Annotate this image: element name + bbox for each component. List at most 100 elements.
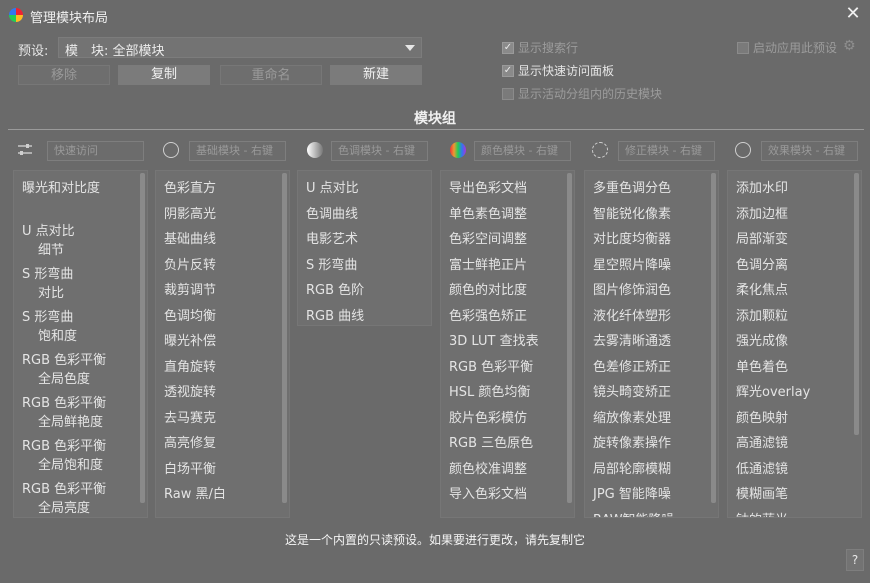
search-input[interactable]: 效果模块 - 右键 [761, 141, 858, 161]
list-item[interactable]: 色调曲线 [306, 203, 358, 222]
list-item[interactable]: S 形弯曲 对比 [22, 263, 73, 301]
list-item[interactable]: 镜头畸变矫正 [593, 381, 671, 400]
quick-access-sliders-icon[interactable] [17, 142, 33, 158]
list-item[interactable]: 液化纤体塑形 [593, 305, 671, 324]
list-item[interactable]: 多重色调分色 [593, 177, 671, 196]
list-item[interactable]: S 形弯曲 [306, 254, 357, 273]
list-item[interactable]: 导入色彩文档 [449, 483, 527, 502]
show-search-checkbox[interactable]: ✓ 显示搜索行 [502, 39, 578, 56]
scrollbar[interactable] [282, 173, 287, 503]
list-item[interactable]: 智能锐化像素 [593, 203, 671, 222]
list-item[interactable]: RGB 色彩平衡 [449, 356, 533, 375]
list-item[interactable]: 强光成像 [736, 330, 788, 349]
preset-dropdown[interactable]: 模 块: 全部模块 [58, 37, 422, 59]
list-item[interactable]: S 形弯曲 饱和度 [22, 306, 77, 344]
gear-icon[interactable]: ⚙ [843, 38, 856, 54]
list-item[interactable]: 去马赛克 [164, 407, 216, 426]
rename-button[interactable]: 重命名 [220, 65, 322, 85]
module-list: 色彩直方阴影高光基础曲线负片反转裁剪调节色调均衡曝光补偿直角旋转透视旋转去马赛克… [155, 170, 290, 518]
list-item[interactable]: 局部渐变 [736, 228, 788, 247]
list-item[interactable]: 色调分离 [736, 254, 788, 273]
close-icon[interactable]: ✕ [844, 4, 862, 24]
list-item[interactable]: 添加颗粒 [736, 305, 788, 324]
list-item[interactable]: 颜色校准调整 [449, 458, 527, 477]
list-item[interactable]: 局部轮廓模糊 [593, 458, 671, 477]
list-item[interactable]: 基础曲线 [164, 228, 216, 247]
remove-button[interactable]: 移除 [18, 65, 110, 85]
list-item[interactable]: U 点对比 细节 [22, 220, 75, 258]
effects-group-icon[interactable] [735, 142, 751, 158]
list-item[interactable]: 单色着色 [736, 356, 788, 375]
list-item[interactable]: 高通滤镜 [736, 432, 788, 451]
list-item[interactable]: 色彩空间调整 [449, 228, 527, 247]
list-item[interactable]: 单色素色调整 [449, 203, 527, 222]
list-item[interactable]: 缩放像素处理 [593, 407, 671, 426]
search-input[interactable]: 颜色模块 - 右键 [474, 141, 571, 161]
list-item[interactable]: 胶片色彩模仿 [449, 407, 527, 426]
search-input[interactable]: 基础模块 - 右键 [189, 141, 286, 161]
list-item[interactable]: 裁剪调节 [164, 279, 216, 298]
list-item[interactable]: 富士鲜艳正片 [449, 254, 527, 273]
list-item[interactable]: 去雾清晰通透 [593, 330, 671, 349]
basic-group-icon[interactable] [163, 142, 179, 158]
list-item[interactable]: 添加水印 [736, 177, 788, 196]
list-item[interactable]: RGB 色彩平衡 全局色度 [22, 349, 106, 387]
list-item[interactable]: 直角旋转 [164, 356, 216, 375]
list-item[interactable]: RGB 曲线 [306, 305, 364, 324]
search-input[interactable]: 色调模块 - 右键 [331, 141, 428, 161]
new-button[interactable]: 新建 [330, 65, 422, 85]
list-item[interactable]: 色彩直方 [164, 177, 216, 196]
copy-button[interactable]: 复制 [118, 65, 210, 85]
list-item[interactable]: 图片修饰润色 [593, 279, 671, 298]
list-item[interactable]: 旋转像素操作 [593, 432, 671, 451]
list-item[interactable]: 钴的蓝光 [736, 509, 788, 518]
list-item[interactable]: RGB 色彩平衡 全局饱和度 [22, 435, 106, 473]
list-item[interactable]: 透视旋转 [164, 381, 216, 400]
list-item[interactable]: 高亮修复 [164, 432, 216, 451]
list-item[interactable]: 添加边框 [736, 203, 788, 222]
scrollbar[interactable] [711, 173, 716, 503]
list-item-label: RGB 色彩平衡 [22, 482, 107, 497]
list-item[interactable]: 曝光和对比度 [22, 177, 100, 196]
scrollbar[interactable] [854, 173, 859, 435]
list-item[interactable]: 3D LUT 查找表 [449, 330, 539, 349]
list-item[interactable]: 阴影高光 [164, 203, 216, 222]
show-quick-access-checkbox[interactable]: ✓ 显示快速访问面板 [502, 62, 614, 79]
color-group-icon[interactable] [450, 142, 466, 158]
list-item[interactable]: RGB 色彩平衡 全局鲜艳度 [22, 392, 106, 430]
list-item[interactable]: 曝光补偿 [164, 330, 216, 349]
list-item[interactable]: 低通滤镜 [736, 458, 788, 477]
list-item[interactable]: 颜色映射 [736, 407, 788, 426]
search-input[interactable]: 快速访问 [47, 141, 144, 161]
show-history-checkbox[interactable]: 显示活动分组内的历史模块 [502, 85, 662, 102]
correct-group-icon[interactable] [592, 142, 608, 158]
list-item[interactable]: 色差修正矫正 [593, 356, 671, 375]
list-item[interactable]: RGB 色彩平衡 全局亮度 [22, 478, 106, 516]
list-item[interactable]: 颜色的对比度 [449, 279, 527, 298]
list-item[interactable]: 色彩强色矫正 [449, 305, 527, 324]
list-item[interactable]: 柔化焦点 [736, 279, 788, 298]
list-item[interactable]: 导出色彩文档 [449, 177, 527, 196]
list-item[interactable]: 对比度均衡器 [593, 228, 671, 247]
scrollbar[interactable] [567, 173, 572, 503]
list-item[interactable]: RAW智能降噪 [593, 509, 675, 518]
search-input[interactable]: 修正模块 - 右键 [618, 141, 715, 161]
list-item[interactable]: RGB 色阶 [306, 279, 364, 298]
list-item[interactable]: U 点对比 [306, 177, 359, 196]
list-item[interactable]: 白场平衡 [164, 458, 216, 477]
auto-apply-checkbox[interactable]: 启动应用此预设 [737, 39, 837, 56]
list-item[interactable]: RGB 三色原色 [449, 432, 533, 451]
list-item[interactable]: 辉光overlay [736, 381, 810, 400]
list-item[interactable]: 负片反转 [164, 254, 216, 273]
list-item[interactable]: 星空照片降噪 [593, 254, 671, 273]
list-item[interactable]: JPG 智能降噪 [593, 483, 671, 502]
module-list: U 点对比色调曲线电影艺术 S 形弯曲 RGB 色阶 RGB 曲线 [297, 170, 432, 326]
scrollbar[interactable] [140, 173, 145, 503]
list-item[interactable]: 色调均衡 [164, 305, 216, 324]
help-icon[interactable]: ? [846, 549, 864, 571]
list-item[interactable]: Raw 黑/白 [164, 483, 226, 502]
list-item[interactable]: 电影艺术 [306, 228, 358, 247]
tone-group-icon[interactable] [307, 142, 323, 158]
list-item[interactable]: 模糊画笔 [736, 483, 788, 502]
list-item[interactable]: HSL 颜色均衡 [449, 381, 530, 400]
